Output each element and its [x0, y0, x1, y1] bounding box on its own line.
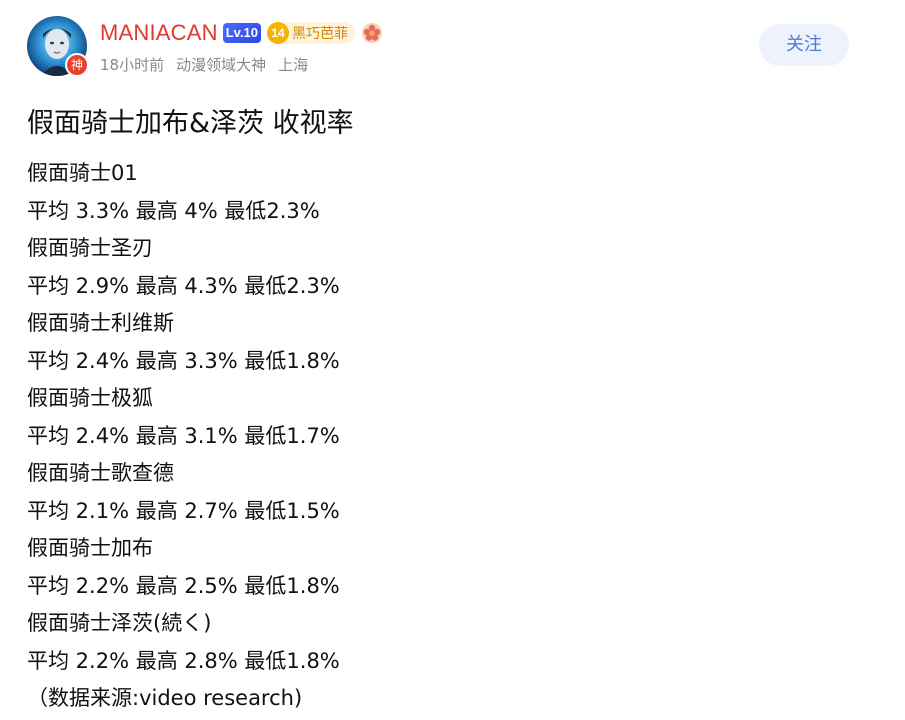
- flower-medal-icon: [362, 23, 383, 43]
- body-line: 平均 2.4% 最高 3.1% 最低1.7%: [27, 423, 340, 448]
- body-line: 假面骑士歌查德: [27, 461, 174, 485]
- body-line: 平均 2.9% 最高 4.3% 最低2.3%: [27, 273, 340, 298]
- user-location: 上海: [278, 56, 309, 74]
- post-title: 假面骑士加布&泽茨 收视率: [27, 108, 354, 139]
- body-line: 假面骑士泽茨(続く): [27, 611, 212, 635]
- fan-badge-name: 黑巧芭菲: [292, 26, 349, 42]
- god-badge: 神: [65, 53, 89, 77]
- user-name-row: MANIACAN Lv.10 14 黑巧芭菲: [100, 18, 383, 48]
- body-line: 假面骑士极狐: [27, 386, 153, 410]
- body-line: 假面骑士加布: [27, 536, 153, 560]
- post-header: 神 MANIACAN Lv.10 14 黑巧芭菲 18小时前 动漫领域大神 上海…: [27, 16, 877, 80]
- level-badge: Lv.10: [222, 23, 262, 43]
- follow-button[interactable]: 关注: [759, 24, 849, 66]
- source-note: （数据来源:video research): [27, 686, 303, 710]
- body-line: 假面骑士利维斯: [27, 311, 174, 335]
- body-line: 平均 2.2% 最高 2.8% 最低1.8%: [27, 648, 340, 673]
- fan-badge[interactable]: 14 黑巧芭菲: [267, 22, 356, 44]
- post-meta: 18小时前 动漫领域大神 上海: [100, 54, 320, 75]
- body-line: 假面骑士01: [27, 161, 138, 185]
- avatar[interactable]: 神: [27, 16, 89, 77]
- post-time: 18小时前: [100, 56, 165, 74]
- fan-level-icon: 14: [267, 22, 290, 44]
- post-body: 假面骑士01 平均 3.3% 最高 4% 最低2.3% 假面骑士圣刃 平均 2.…: [27, 155, 877, 718]
- user-title: 动漫领域大神: [176, 56, 267, 74]
- body-line: 平均 2.4% 最高 3.3% 最低1.8%: [27, 348, 340, 373]
- body-line: 平均 3.3% 最高 4% 最低2.3%: [27, 198, 320, 223]
- username[interactable]: MANIACAN: [100, 20, 218, 46]
- body-line: 假面骑士圣刃: [27, 236, 153, 260]
- body-line: 平均 2.1% 最高 2.7% 最低1.5%: [27, 498, 340, 523]
- body-line: 平均 2.2% 最高 2.5% 最低1.8%: [27, 573, 340, 598]
